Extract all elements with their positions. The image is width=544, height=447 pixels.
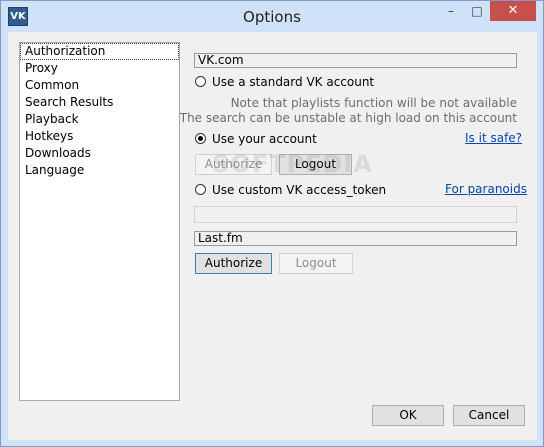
vk-own-account-radio[interactable]: Use your account [195,131,395,147]
vk-group-header: VK.com [194,53,517,68]
sidebar-item-playback[interactable]: Playback [20,111,179,128]
lastfm-group-header: Last.fm [194,231,517,246]
close-button[interactable]: ✕ [490,1,536,21]
vk-access-token-input[interactable] [194,206,517,223]
lastfm-logout-button[interactable]: Logout [279,253,353,274]
maximize-button[interactable]: □ [464,1,490,21]
for-paranoids-link[interactable]: For paranoids [445,182,527,196]
vk-own-account-label: Use your account [212,132,317,146]
vk-note-line-2: The search can be unstable at high load … [179,111,517,125]
sidebar-item-downloads[interactable]: Downloads [20,145,179,162]
sidebar-item-common[interactable]: Common [20,77,179,94]
sidebar-item-hotkeys[interactable]: Hotkeys [20,128,179,145]
vk-custom-token-radio[interactable]: Use custom VK access_token [195,182,415,198]
options-client-area: Authorization Proxy Common Search Result… [8,32,537,440]
options-window: VK Options – □ ✕ Authorization Proxy Com… [0,0,544,447]
cancel-button[interactable]: Cancel [453,405,525,426]
sidebar-item-language[interactable]: Language [20,162,179,179]
vk-note-line-1: Note that playlists function will be not… [230,96,517,110]
radio-indicator [195,133,206,144]
radio-indicator [195,76,206,87]
is-it-safe-link[interactable]: Is it safe? [465,131,522,145]
vk-standard-account-label: Use a standard VK account [212,75,375,89]
options-category-list[interactable]: Authorization Proxy Common Search Result… [19,42,180,401]
sidebar-item-authorization[interactable]: Authorization [20,43,179,60]
title-bar[interactable]: VK Options – □ ✕ [1,1,543,32]
sidebar-item-proxy[interactable]: Proxy [20,60,179,77]
radio-indicator [195,184,206,195]
sidebar-item-search-results[interactable]: Search Results [20,94,179,111]
vk-custom-token-label: Use custom VK access_token [212,183,387,197]
ok-button[interactable]: OK [372,405,444,426]
vk-authorize-button[interactable]: Authorize [195,154,272,175]
vk-standard-account-radio[interactable]: Use a standard VK account [195,74,395,90]
minimize-button[interactable]: – [438,1,464,21]
lastfm-authorize-button[interactable]: Authorize [195,253,272,274]
vk-logout-button[interactable]: Logout [279,154,352,175]
